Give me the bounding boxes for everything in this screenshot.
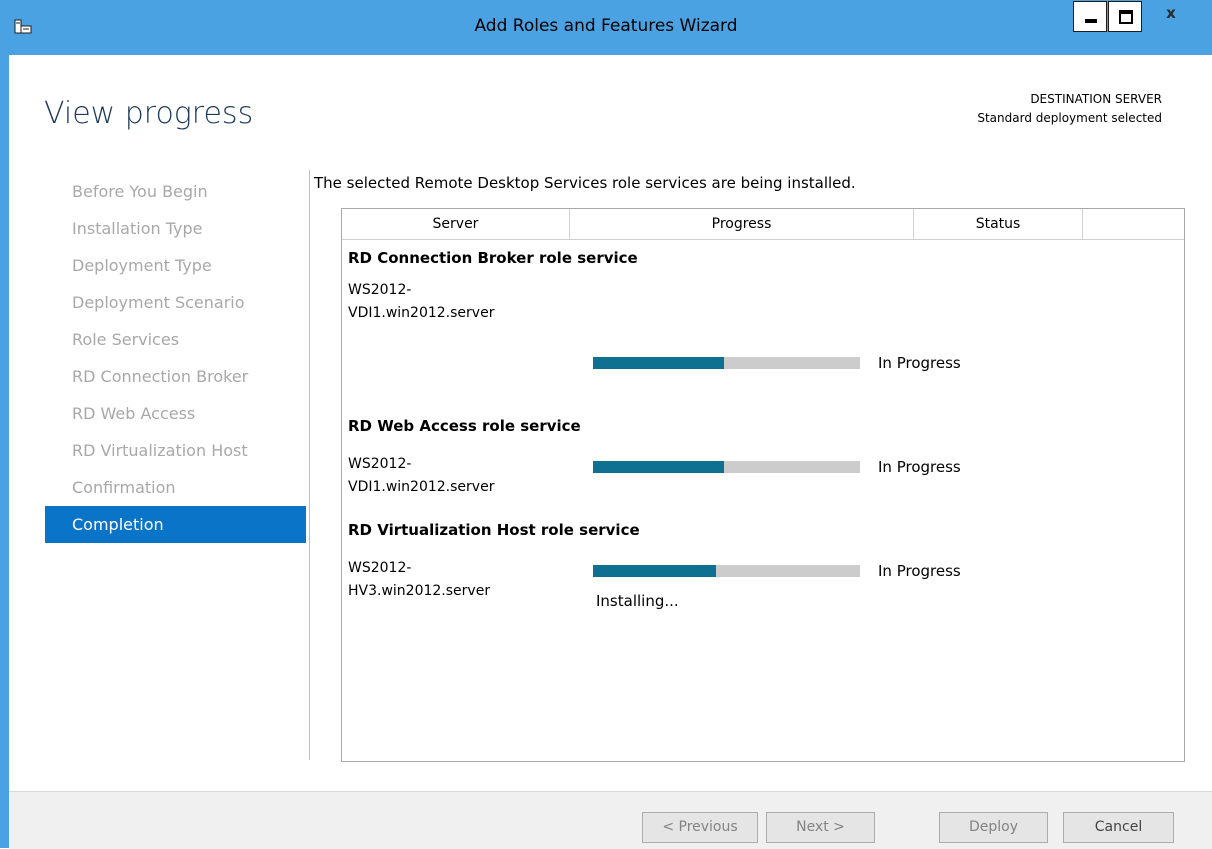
group-title: RD Web Access role service (348, 417, 581, 435)
server-name-line: VDI1.win2012.server (348, 305, 495, 321)
nav-item-before-you-begin[interactable]: Before You Begin (45, 173, 306, 210)
nav-item-deployment-type[interactable]: Deployment Type (45, 247, 306, 284)
status-text: In Progress (878, 458, 961, 476)
nav-item-completion[interactable]: Completion (45, 506, 306, 543)
table-row-server: WS2012- VDI1.win2012.server (348, 279, 558, 325)
table-row-server: WS2012- HV3.win2012.server (348, 557, 558, 603)
nav-item-installation-type[interactable]: Installation Type (45, 210, 306, 247)
status-text: In Progress (878, 354, 961, 372)
server-name-line: WS2012- (348, 282, 412, 298)
progress-table: Server Progress Status RD Connection Bro… (341, 208, 1185, 762)
server-name-line: WS2012- (348, 560, 412, 576)
progress-bar-fill (593, 565, 716, 577)
table-row-server: WS2012- VDI1.win2012.server (348, 453, 558, 499)
close-icon: x (1166, 4, 1176, 22)
column-header-server[interactable]: Server (342, 209, 570, 239)
server-name-line: VDI1.win2012.server (348, 479, 495, 495)
column-header-empty[interactable] (1083, 209, 1184, 239)
progress-bar (593, 357, 860, 369)
wizard-nav: Before You Begin Installation Type Deplo… (45, 173, 306, 543)
maximize-button[interactable] (1108, 1, 1142, 32)
nav-item-rd-virtualization-host[interactable]: RD Virtualization Host (45, 432, 306, 469)
page-title: View progress (44, 96, 254, 131)
next-button[interactable]: Next > (766, 812, 875, 843)
minimize-icon (1074, 2, 1106, 31)
status-text: In Progress (878, 562, 961, 580)
wizard-window: Add Roles and Features Wizard x View pro… (0, 0, 1212, 849)
group-title: RD Virtualization Host role service (348, 521, 640, 539)
table-header: Server Progress Status (342, 209, 1184, 240)
group-title: RD Connection Broker role service (348, 249, 638, 267)
nav-divider (309, 170, 310, 760)
destination-label: DESTINATION SERVER (1030, 92, 1162, 106)
column-header-progress[interactable]: Progress (570, 209, 914, 239)
cancel-button[interactable]: Cancel (1063, 812, 1174, 843)
column-header-status[interactable]: Status (914, 209, 1083, 239)
server-name-line: WS2012- (348, 456, 412, 472)
intro-text: The selected Remote Desktop Services rol… (314, 174, 856, 192)
progress-bar-fill (593, 461, 724, 473)
destination-server-info: DESTINATION SERVER Standard deployment s… (977, 90, 1162, 128)
substatus-text: Installing... (596, 592, 679, 610)
wizard-content: View progress DESTINATION SERVER Standar… (9, 55, 1212, 849)
nav-item-rd-web-access[interactable]: RD Web Access (45, 395, 306, 432)
wizard-footer: < Previous Next > Deploy Cancel (9, 791, 1212, 849)
maximize-icon (1109, 2, 1141, 31)
progress-bar (593, 461, 860, 473)
nav-item-role-services[interactable]: Role Services (45, 321, 306, 358)
server-name-line: HV3.win2012.server (348, 583, 491, 599)
previous-button[interactable]: < Previous (642, 812, 758, 843)
deploy-button[interactable]: Deploy (939, 812, 1048, 843)
nav-item-confirmation[interactable]: Confirmation (45, 469, 306, 506)
nav-item-deployment-scenario[interactable]: Deployment Scenario (45, 284, 306, 321)
minimize-button[interactable] (1073, 1, 1107, 32)
progress-bar-fill (593, 357, 724, 369)
destination-value: Standard deployment selected (977, 111, 1162, 125)
progress-bar (593, 565, 860, 577)
close-button[interactable]: x (1143, 1, 1199, 32)
window-title: Add Roles and Features Wizard (474, 16, 738, 36)
title-bar[interactable]: Add Roles and Features Wizard x (0, 0, 1212, 55)
nav-item-rd-connection-broker[interactable]: RD Connection Broker (45, 358, 306, 395)
